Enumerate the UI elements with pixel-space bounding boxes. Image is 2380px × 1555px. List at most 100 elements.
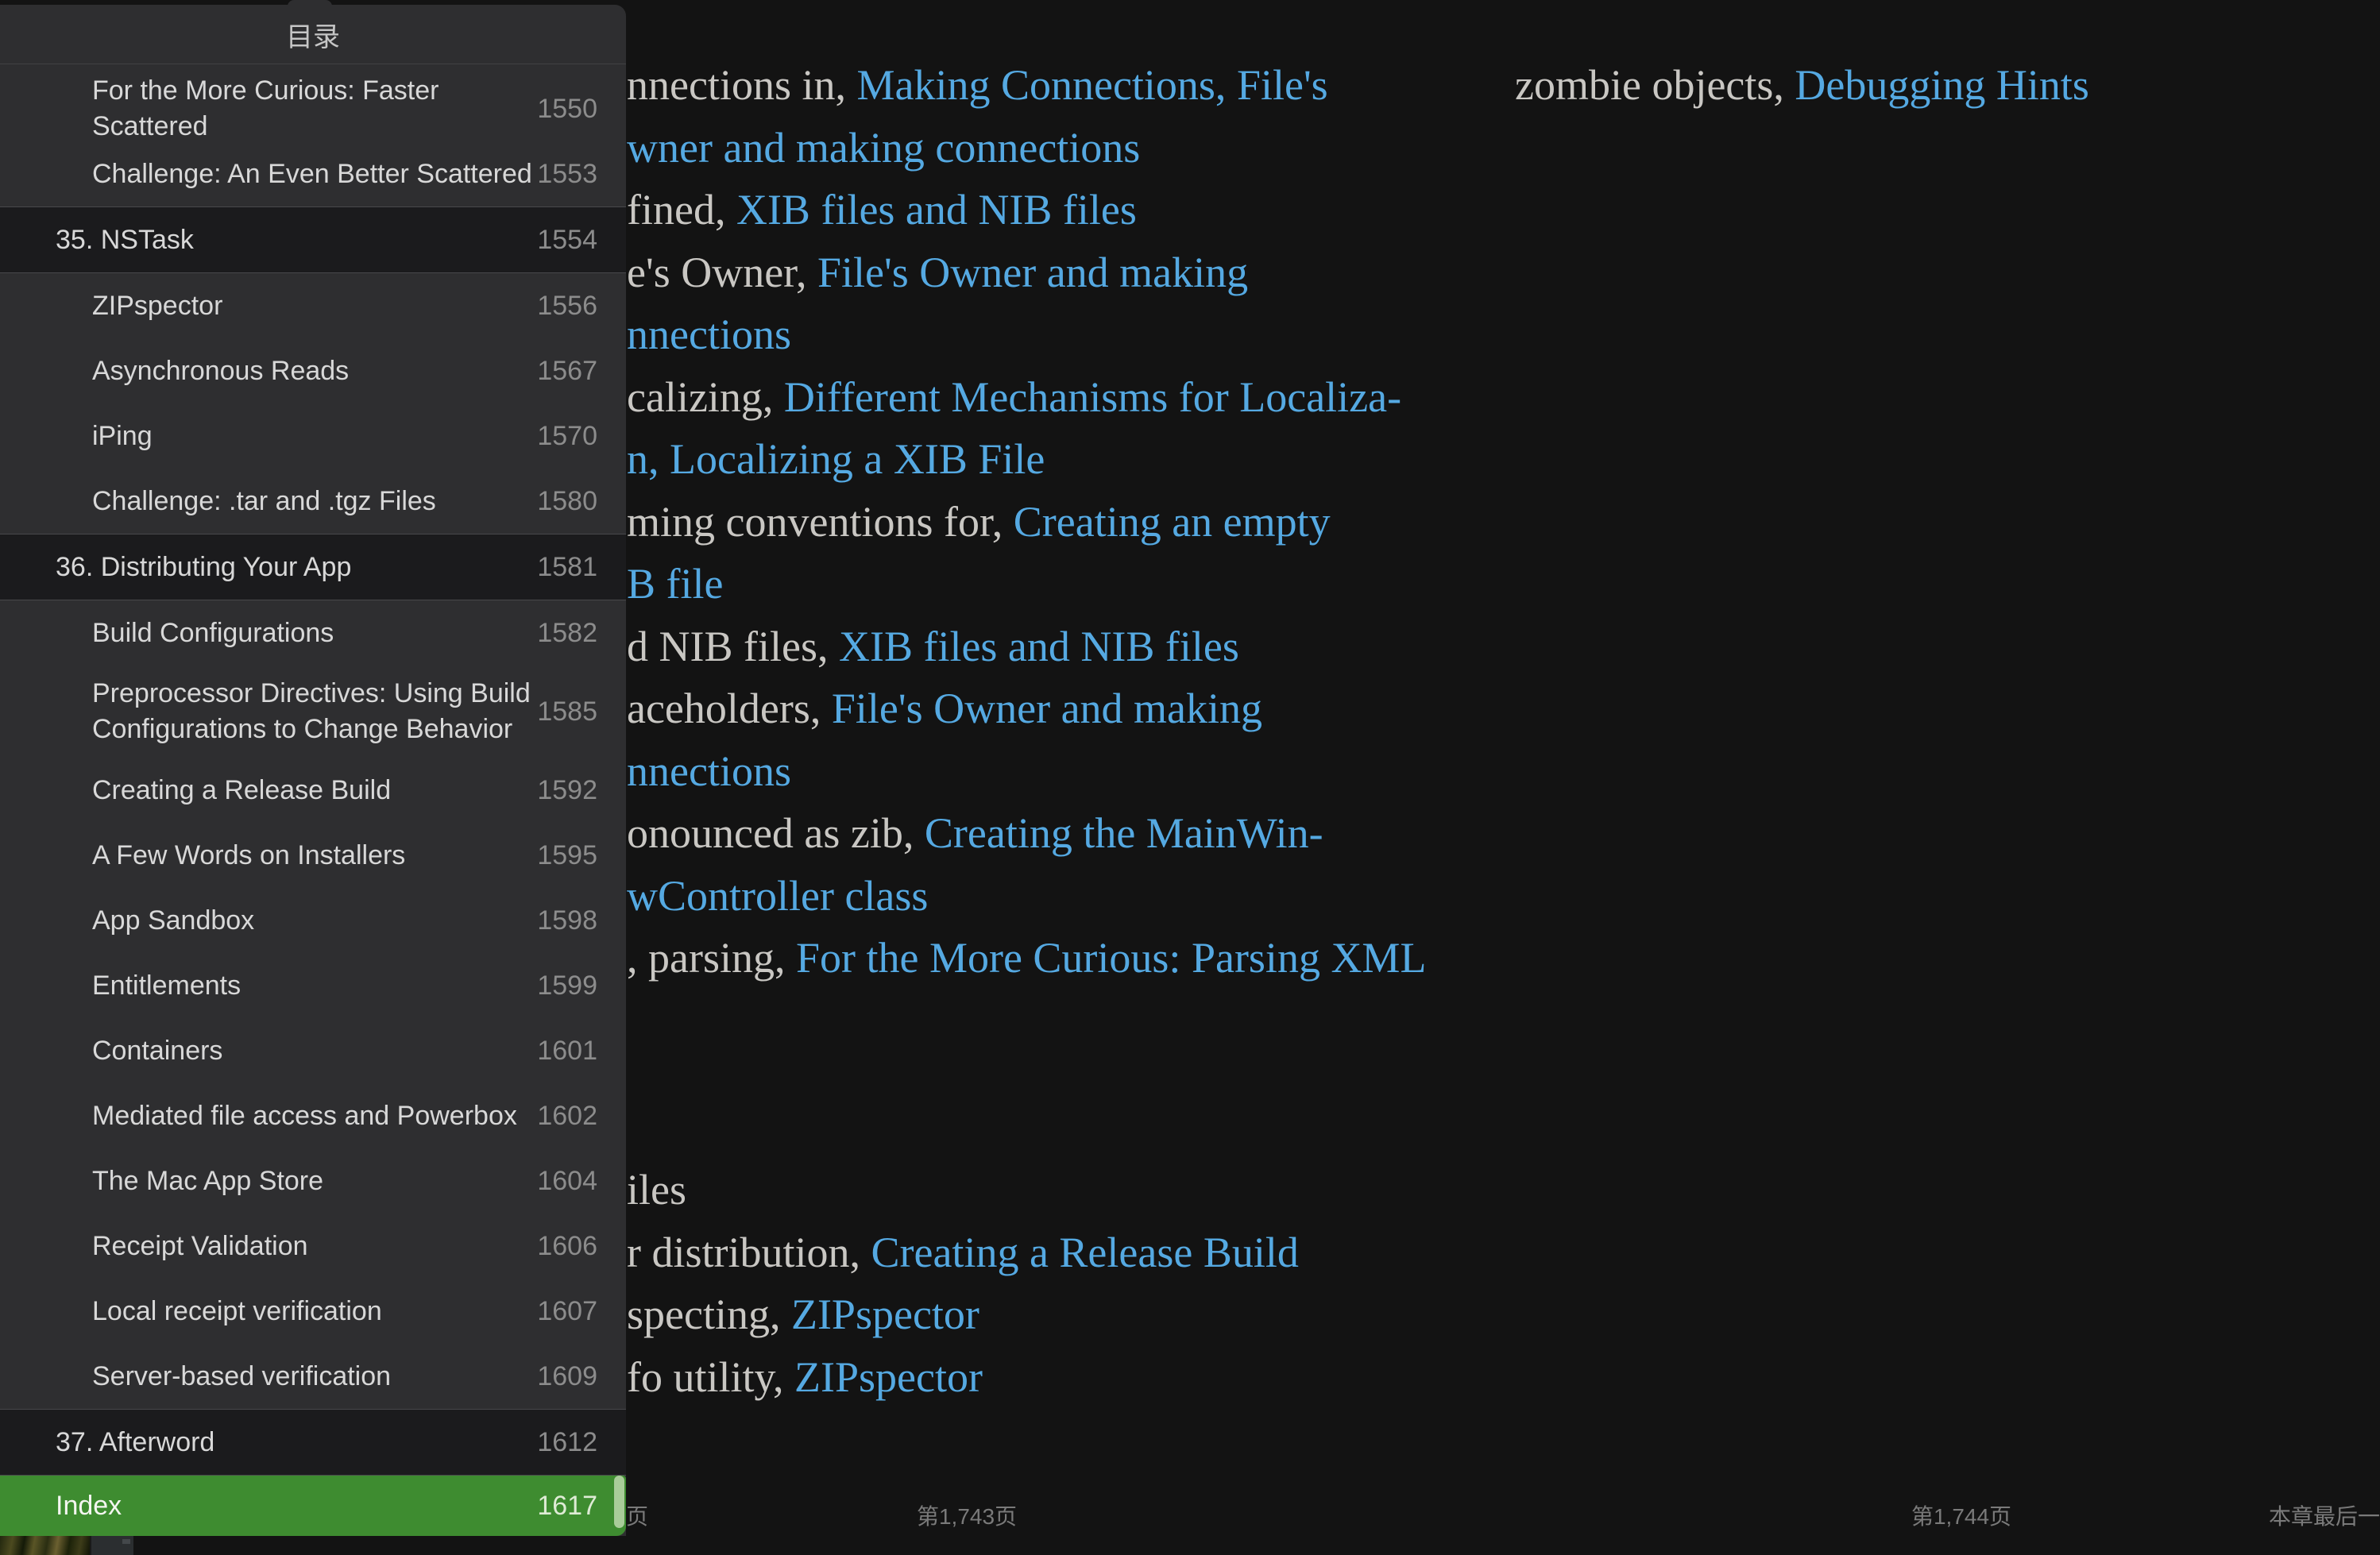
index-link[interactable]: Different Mechanisms for Localiza- — [784, 373, 1401, 421]
index-line: specting, ZIPspector — [627, 1283, 979, 1345]
index-line: onounced as zib, Creating the MainWin- — [627, 802, 1323, 864]
chapter-end-label: 本章最后一 — [2269, 1504, 2380, 1529]
index-link[interactable]: B file — [627, 560, 723, 608]
toc-item[interactable]: Challenge: An Even Better Scattered 1553 — [0, 141, 626, 206]
toc-item[interactable]: Server-based verification 1609 — [0, 1344, 626, 1409]
toc-item[interactable]: iPing 1570 — [0, 403, 626, 469]
toc-item-label: ZIPspector — [92, 290, 223, 321]
toc-item[interactable]: For the More Curious: Faster Scattered 1… — [0, 75, 626, 141]
index-link[interactable]: ZIPspector — [794, 1353, 983, 1401]
thumbnail-mark — [122, 1539, 130, 1544]
index-line: , parsing, For the More Curious: Parsing… — [627, 927, 1426, 989]
index-link[interactable]: ZIPspector — [791, 1291, 979, 1338]
index-text: zombie objects, — [1515, 61, 1795, 109]
toc-item-page: 1582 — [537, 617, 597, 648]
toc-item-page: 1580 — [537, 485, 597, 516]
toc-item[interactable]: 35. NSTask 1554 — [0, 206, 626, 273]
toc-item-label: 37. Afterword — [56, 1426, 215, 1457]
toc-item[interactable]: Challenge: .tar and .tgz Files 1580 — [0, 469, 626, 534]
index-link[interactable]: Creating an empty — [1014, 498, 1331, 546]
toc-item[interactable]: Receipt Validation 1606 — [0, 1214, 626, 1279]
index-text: , parsing, — [627, 934, 796, 982]
toc-scrollbar-thumb[interactable] — [614, 1476, 624, 1528]
index-text: nnections in, — [627, 61, 857, 109]
index-text: fined, — [627, 186, 736, 233]
index-link[interactable]: wner and making connections — [627, 124, 1140, 172]
toc-item-page: 1595 — [537, 839, 597, 870]
toc-item[interactable]: App Sandbox 1598 — [0, 888, 626, 953]
index-line: zombie objects, Debugging Hints — [1515, 54, 2089, 116]
index-line: nnections — [627, 303, 791, 365]
index-line: wController class — [627, 865, 928, 927]
toc-item-label: Server-based verification — [92, 1360, 392, 1391]
toc-item-label: 35. NSTask — [56, 224, 194, 255]
index-text: iles — [627, 1166, 686, 1214]
index-link[interactable]: XIB files and NIB files — [736, 186, 1137, 233]
toc-item-page: 1585 — [537, 696, 597, 727]
index-line: fined, XIB files and NIB files — [627, 179, 1137, 241]
toc-item[interactable]: Entitlements 1599 — [0, 953, 626, 1018]
index-text: r distribution, — [627, 1229, 871, 1276]
toc-list: For the More Curious: Faster Scattered 1… — [0, 64, 626, 1536]
index-link[interactable]: File's Owner and making — [832, 685, 1262, 732]
index-link[interactable]: nnections — [627, 747, 791, 795]
toc-item-page: 1598 — [537, 905, 597, 936]
toc-item-label: Build Configurations — [92, 617, 334, 648]
toc-item-page: 1570 — [537, 420, 597, 451]
toc-item[interactable]: 37. Afterword 1612 — [0, 1409, 626, 1476]
toc-item-label: Local receipt verification — [92, 1295, 382, 1326]
index-line: B file — [627, 553, 723, 615]
toc-item-label: Creating a Release Build — [92, 774, 392, 805]
toc-item[interactable]: The Mac App Store 1604 — [0, 1148, 626, 1214]
toc-item[interactable]: Asynchronous Reads 1567 — [0, 338, 626, 403]
index-link[interactable]: File's Owner and making — [817, 249, 1248, 296]
index-link[interactable]: Debugging Hints — [1795, 61, 2089, 109]
toc-item[interactable]: Creating a Release Build 1592 — [0, 758, 626, 823]
toc-item-page: 1592 — [537, 774, 597, 805]
index-link[interactable]: nnections — [627, 311, 791, 358]
index-link[interactable]: Creating a Release Build — [871, 1229, 1299, 1276]
index-text: d NIB files, — [627, 623, 839, 670]
toc-item-label: Entitlements — [92, 970, 241, 1001]
index-link[interactable]: For the More Curious: Parsing XML — [796, 934, 1426, 982]
toc-item-page: 1602 — [537, 1100, 597, 1131]
page-thumbnail[interactable] — [90, 1536, 133, 1555]
index-link[interactable]: XIB files and NIB files — [839, 623, 1239, 670]
toc-item-label: Containers — [92, 1035, 223, 1066]
toc-item[interactable]: Mediated file access and Powerbox 1602 — [0, 1083, 626, 1148]
toc-item-label: The Mac App Store — [92, 1165, 324, 1196]
index-link[interactable]: Making Connections, — [856, 61, 1226, 109]
toc-item-page: 1550 — [537, 93, 597, 124]
index-link[interactable]: n, — [627, 435, 670, 483]
index-line: n, Localizing a XIB File — [627, 428, 1045, 490]
toc-item[interactable]: 36. Distributing Your App 1581 — [0, 534, 626, 600]
toc-item-label: Preprocessor Directives: Using Build Con… — [92, 678, 531, 744]
toc-item[interactable]: A Few Words on Installers 1595 — [0, 823, 626, 888]
index-text: onounced as zib, — [627, 809, 925, 857]
toc-title: 目录 — [0, 5, 626, 64]
index-link[interactable]: Creating the MainWin- — [925, 809, 1323, 857]
toc-item[interactable]: Build Configurations 1582 — [0, 600, 626, 666]
index-link[interactable]: Localizing a XIB File — [670, 435, 1045, 483]
index-link[interactable]: wController class — [627, 872, 928, 920]
page-label-clipped: 页 — [626, 1504, 649, 1529]
toc-item[interactable]: Preprocessor Directives: Using Build Con… — [0, 666, 626, 758]
toc-popover: 目录 For the More Curious: Faster Scattere… — [0, 5, 626, 1536]
toc-item[interactable]: Containers 1601 — [0, 1018, 626, 1083]
toc-item-selected[interactable]: Index 1617 — [0, 1476, 626, 1536]
page-thumbnail-photo[interactable] — [0, 1536, 90, 1555]
toc-item-label: 36. Distributing Your App — [56, 551, 352, 582]
page-label-left: 第1,743页 — [916, 1504, 1018, 1529]
toc-item-label: Challenge: An Even Better Scattered — [92, 158, 532, 189]
toc-item[interactable]: Local receipt verification 1607 — [0, 1279, 626, 1344]
index-line: e's Owner, File's Owner and making — [627, 241, 1248, 303]
toc-item-label: Asynchronous Reads — [92, 355, 350, 386]
index-text: ming conventions for, — [627, 498, 1014, 546]
index-line: nnections — [627, 740, 791, 802]
index-link[interactable]: File's — [1237, 61, 1328, 109]
toc-item[interactable]: ZIPspector 1556 — [0, 273, 626, 338]
toc-item-page: 1567 — [537, 355, 597, 386]
toc-item-page: 1607 — [537, 1295, 597, 1326]
toc-item-label: iPing — [92, 420, 153, 451]
index-text: e's Owner, — [627, 249, 817, 296]
